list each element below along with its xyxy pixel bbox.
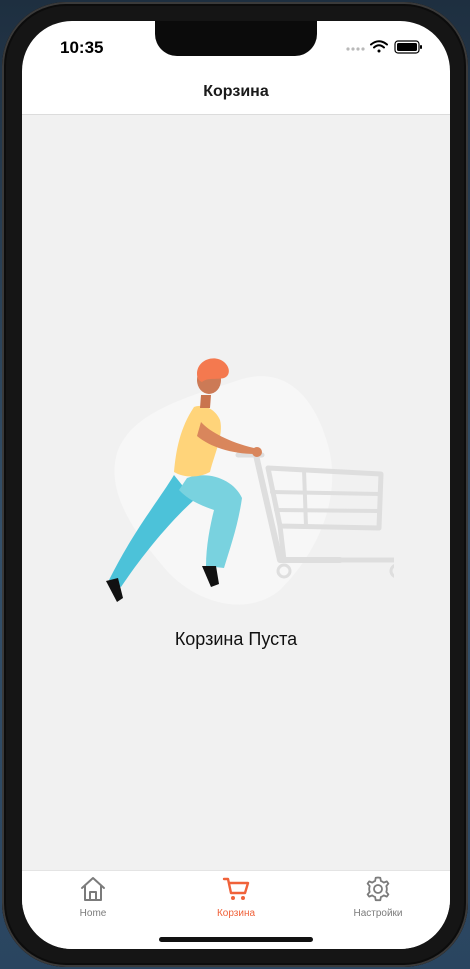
- tab-settings[interactable]: Настройки: [307, 871, 449, 931]
- navigation-bar: Корзина: [22, 71, 450, 115]
- gear-icon: [366, 876, 390, 902]
- empty-cart-illustration: [106, 358, 394, 605]
- home-icon: [81, 877, 105, 901]
- tab-cart-label: Корзина: [216, 908, 256, 919]
- tab-cart[interactable]: Корзина: [165, 871, 307, 931]
- tab-home-label: Home: [79, 908, 107, 919]
- cart-content: Корзина Пуста: [22, 115, 450, 870]
- status-icons: [344, 39, 424, 55]
- empty-cart-message: Корзина Пуста: [174, 629, 298, 649]
- tab-home[interactable]: Home: [22, 871, 164, 931]
- page-title: Корзина: [203, 83, 269, 100]
- phone-frame: 10:35 Корзина Корзина Пуста Home Корзина…: [2, 2, 468, 967]
- cart-icon: [222, 877, 250, 900]
- status-time: 10:35: [60, 38, 104, 57]
- battery-icon: [394, 40, 422, 54]
- tab-settings-label: Настройки: [353, 908, 403, 919]
- notch: [155, 21, 317, 56]
- signal-icon: [346, 47, 365, 51]
- wifi-icon: [370, 40, 388, 53]
- home-indicator[interactable]: [159, 937, 313, 942]
- phone-screen: 10:35 Корзина Корзина Пуста Home Корзина…: [22, 21, 450, 949]
